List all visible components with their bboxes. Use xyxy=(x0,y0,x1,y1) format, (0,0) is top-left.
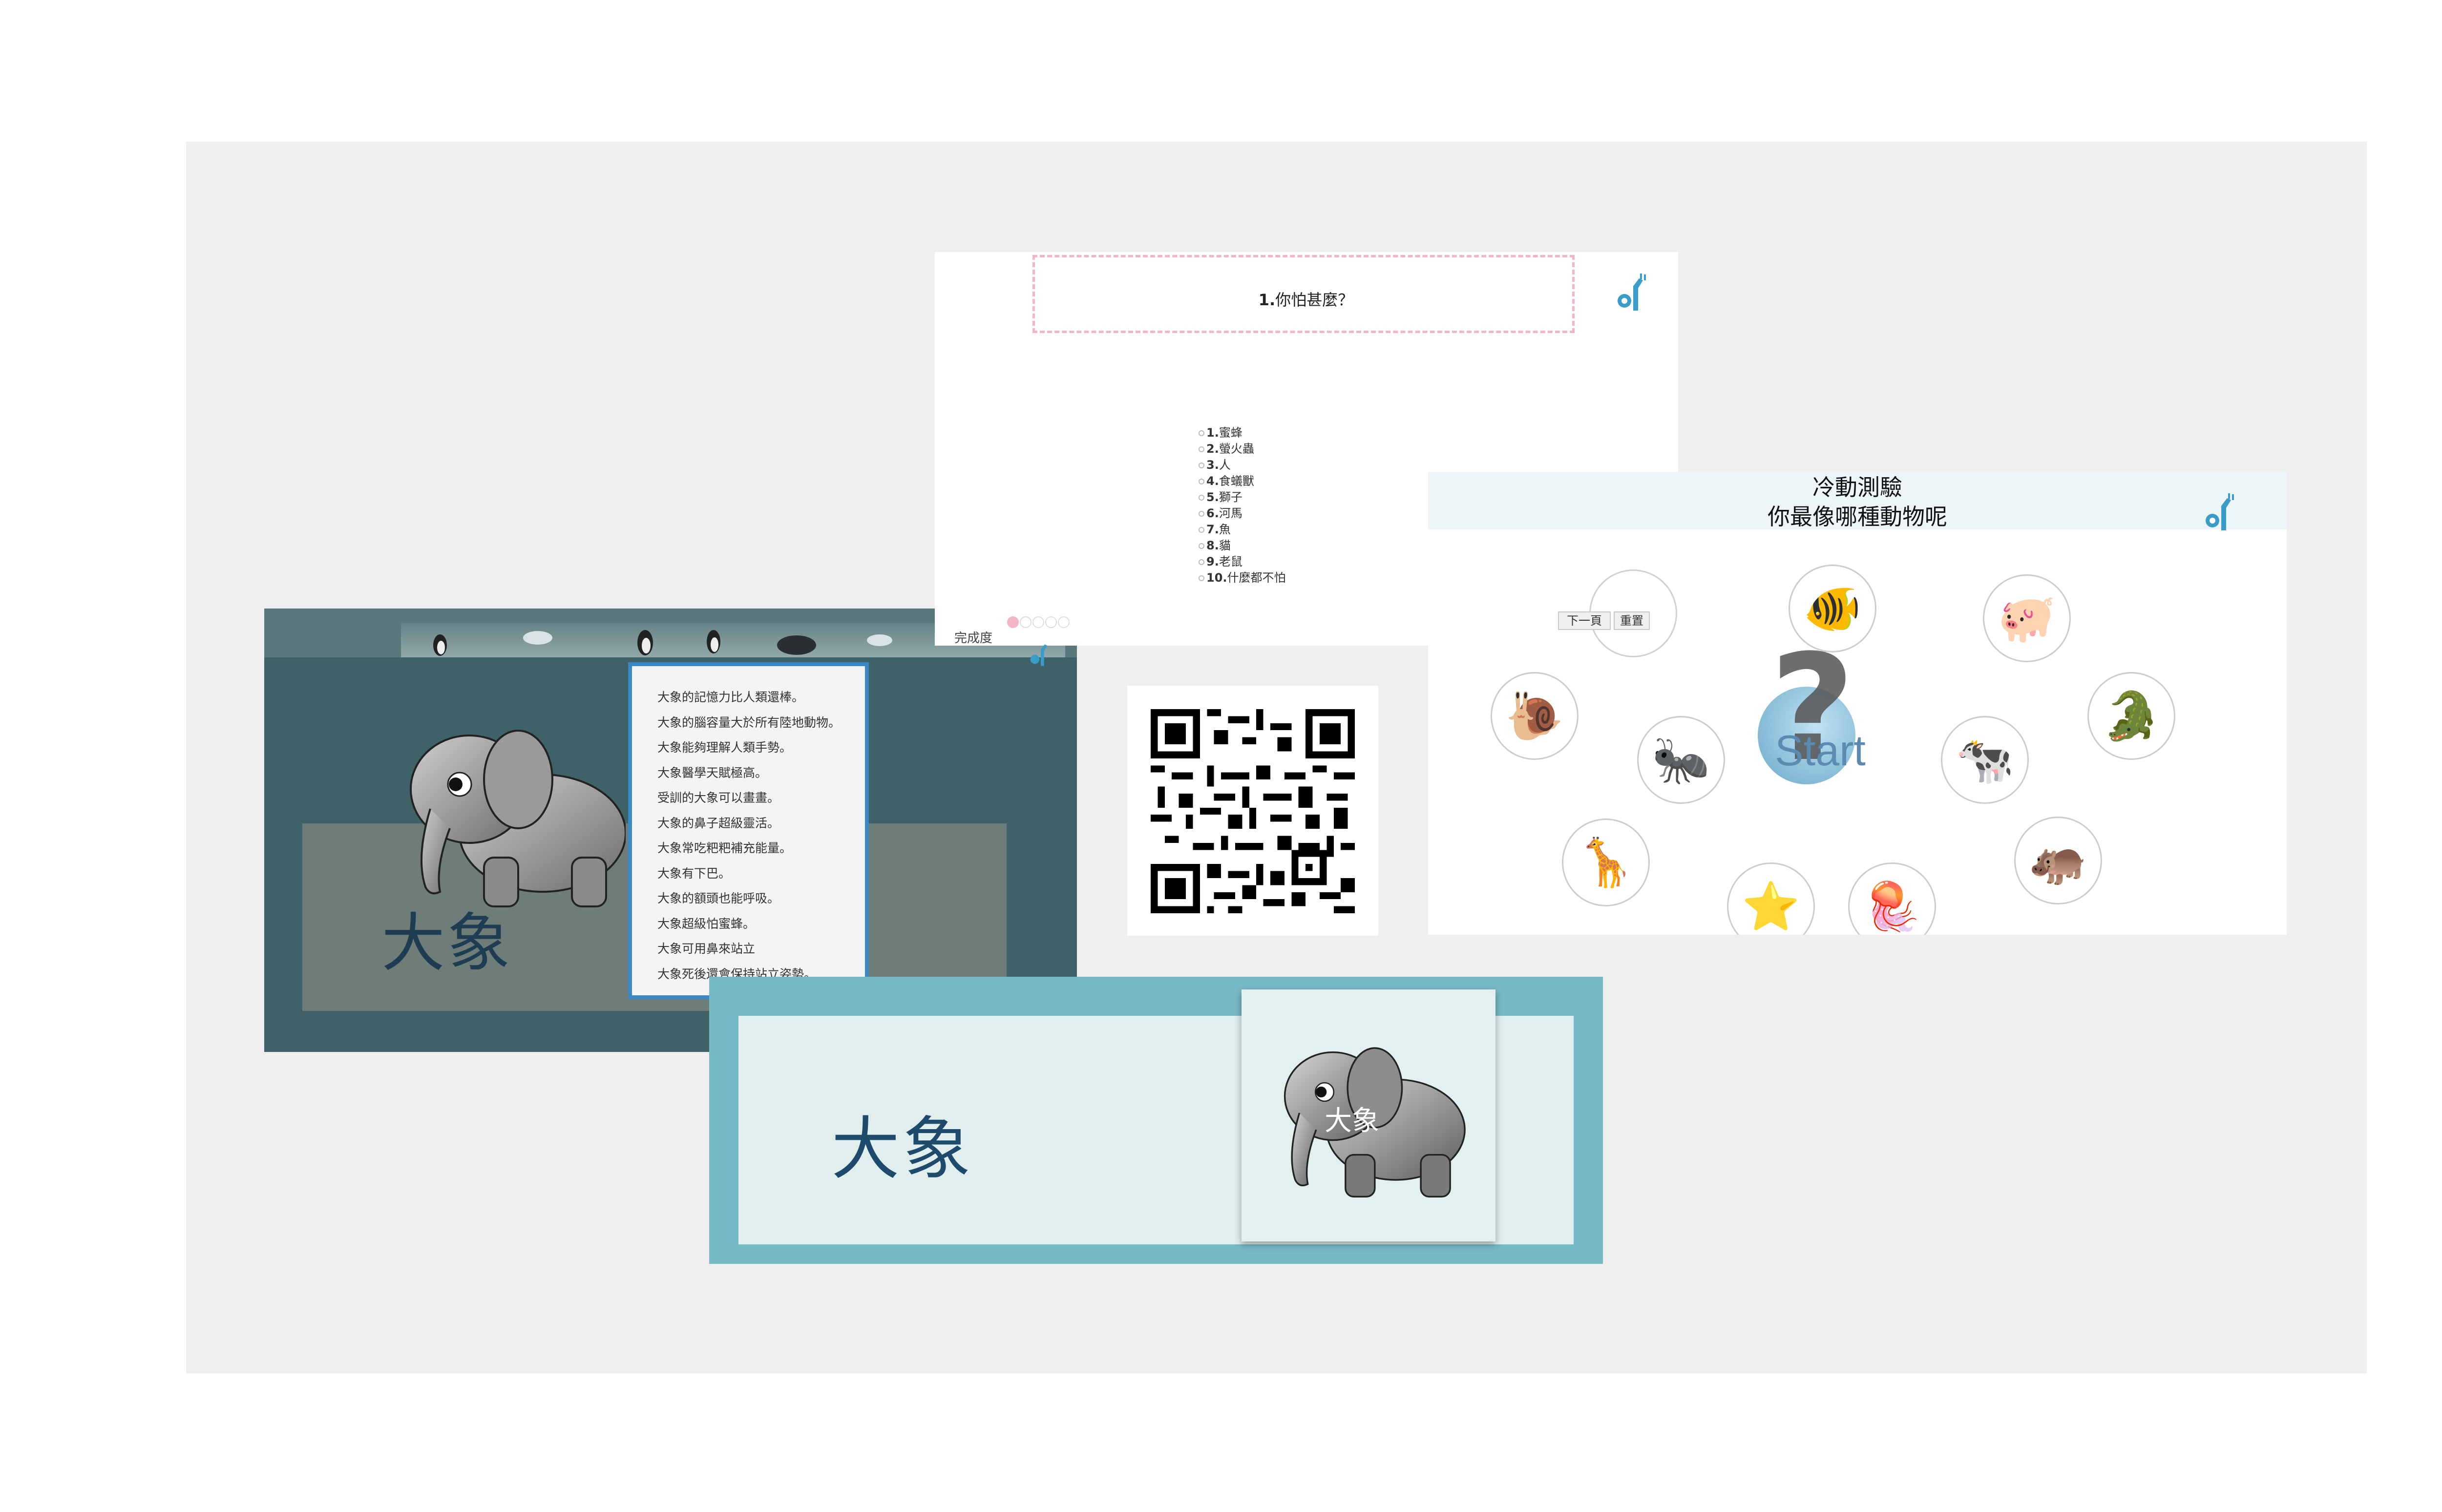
option-number: 9. xyxy=(1206,555,1219,568)
elephant-illustration xyxy=(410,730,626,907)
answer-options: 1.蜜蜂 2.螢火蟲 3.人 4.食蟻獸 5.獅子 6.河馬 7.魚 8.貓 9… xyxy=(1199,425,1286,586)
progress-dot xyxy=(1058,616,1070,628)
radio-icon[interactable] xyxy=(1199,527,1204,533)
option-number: 1. xyxy=(1206,426,1219,440)
option-text: 螢火蟲 xyxy=(1219,442,1254,456)
answer-option[interactable]: 10.什麼都不怕 xyxy=(1199,570,1286,586)
fact-item: 大象有下巴。 xyxy=(657,866,731,881)
progress-dot xyxy=(1020,616,1032,628)
hippo-icon[interactable]: 🦛 xyxy=(2014,817,2102,904)
fact-item: 受訓的大象可以畫畫。 xyxy=(657,791,780,805)
animal-name-label: 大象 xyxy=(381,906,513,980)
option-number: 8. xyxy=(1206,539,1219,552)
question-box: 1.你怕甚麼？ xyxy=(1032,255,1575,333)
option-number: 2. xyxy=(1206,442,1219,456)
answer-option[interactable]: 4.食蟻獸 xyxy=(1199,473,1286,489)
option-text: 獅子 xyxy=(1219,490,1242,504)
option-text: 蜜蜂 xyxy=(1219,426,1242,440)
page-title: 冷動測驗 xyxy=(1812,474,1902,501)
start-button-label[interactable]: Start xyxy=(1775,726,1866,776)
radio-icon[interactable] xyxy=(1199,462,1204,468)
answer-option[interactable]: 1.蜜蜂 xyxy=(1199,425,1286,441)
fact-item: 大象常吃粑粑補充能量。 xyxy=(657,841,792,855)
question-text: 你怕甚麼？ xyxy=(1275,291,1354,309)
fact-item: 大象超級怕蜜蜂。 xyxy=(657,916,756,931)
answer-option[interactable]: 2.螢火蟲 xyxy=(1199,441,1286,457)
qr-code[interactable] xyxy=(1151,709,1355,913)
option-text: 人 xyxy=(1219,458,1231,472)
quiz-start-slide: 冷動測驗 你最像哪種動物呢 下一頁 重置 🐠 🐖 🐌 🐜 🐄 🐊 🦒 ⭐ 🪼 🦛… xyxy=(1428,472,2287,935)
reset-button[interactable]: 重置 xyxy=(1614,611,1650,630)
giraffe-logo-icon xyxy=(1618,273,1646,311)
option-number: 10. xyxy=(1206,571,1227,585)
radio-icon[interactable] xyxy=(1199,511,1204,517)
next-page-button[interactable]: 下一頁 xyxy=(1558,611,1611,630)
answer-option[interactable]: 9.老鼠 xyxy=(1199,554,1286,570)
giraffe-logo-icon xyxy=(1030,644,1048,666)
fact-item: 大象醫學天賦極高。 xyxy=(657,765,768,780)
option-number: 7. xyxy=(1206,523,1219,536)
progress-dots xyxy=(1007,616,1071,630)
radio-icon[interactable] xyxy=(1199,446,1204,452)
radio-icon[interactable] xyxy=(1199,543,1204,549)
fact-item: 大象能夠理解人類手勢。 xyxy=(657,740,792,755)
answer-option[interactable]: 7.魚 xyxy=(1199,522,1286,538)
progress-dot xyxy=(1007,616,1019,628)
question-title: 1.你怕甚麼？ xyxy=(1035,288,1577,310)
cow-icon[interactable]: 🐄 xyxy=(1941,716,2029,804)
option-text: 食蟻獸 xyxy=(1219,474,1254,488)
option-text: 老鼠 xyxy=(1219,555,1242,568)
option-text: 河馬 xyxy=(1219,506,1242,520)
answer-option[interactable]: 5.獅子 xyxy=(1199,489,1286,505)
photo-caption: 大象 xyxy=(1325,1105,1379,1137)
fact-item: 大象可用鼻來站立 xyxy=(657,942,756,956)
crocodile-icon[interactable]: 🐊 xyxy=(2087,672,2175,760)
radio-icon[interactable] xyxy=(1199,495,1204,501)
ant-icon[interactable]: 🐜 xyxy=(1637,716,1725,804)
answer-option[interactable]: 8.貓 xyxy=(1199,538,1286,554)
fact-item: 大象的記憶力比人類還棒。 xyxy=(657,690,804,704)
jellyfish-icon[interactable]: 🪼 xyxy=(1848,862,1936,935)
progress-dot xyxy=(1032,616,1044,628)
option-number: 6. xyxy=(1206,506,1219,520)
pig-icon[interactable]: 🐖 xyxy=(1983,574,2071,662)
starfish-icon[interactable]: ⭐ xyxy=(1727,862,1815,935)
giraffe-icon[interactable]: 🦒 xyxy=(1562,819,1650,906)
question-number: 1. xyxy=(1258,291,1276,309)
radio-icon[interactable] xyxy=(1199,479,1204,484)
snail-icon[interactable]: 🐌 xyxy=(1491,672,1579,760)
option-number: 5. xyxy=(1206,490,1219,504)
progress-label: 完成度 xyxy=(954,631,993,646)
animal-big-label: 大象 xyxy=(831,1110,974,1189)
fact-item: 大象的鼻子超級靈活。 xyxy=(657,816,780,830)
radio-icon[interactable] xyxy=(1199,575,1204,581)
option-text: 魚 xyxy=(1219,523,1231,536)
fact-item: 大象的腦容量大於所有陸地動物。 xyxy=(657,715,841,730)
option-number: 4. xyxy=(1206,474,1219,488)
progress-dot xyxy=(1045,616,1057,628)
option-number: 3. xyxy=(1206,458,1219,472)
radio-icon[interactable] xyxy=(1199,430,1204,436)
option-text: 貓 xyxy=(1219,539,1231,552)
page-subtitle: 你最像哪種動物呢 xyxy=(1768,504,1947,530)
facts-card: 大象的記憶力比人類還棒。 大象的腦容量大於所有陸地動物。 大象能夠理解人類手勢。… xyxy=(628,662,869,999)
option-text: 什麼都不怕 xyxy=(1227,571,1286,585)
qr-code-panel xyxy=(1127,686,1378,936)
fact-item: 大象的額頭也能呼吸。 xyxy=(657,891,780,905)
giraffe-logo-icon xyxy=(2206,493,2234,530)
answer-option[interactable]: 6.河馬 xyxy=(1199,505,1286,522)
elephant-card-slide: 大象 大象 xyxy=(709,977,1603,1264)
radio-icon[interactable] xyxy=(1199,559,1204,565)
answer-option[interactable]: 3.人 xyxy=(1199,457,1286,473)
